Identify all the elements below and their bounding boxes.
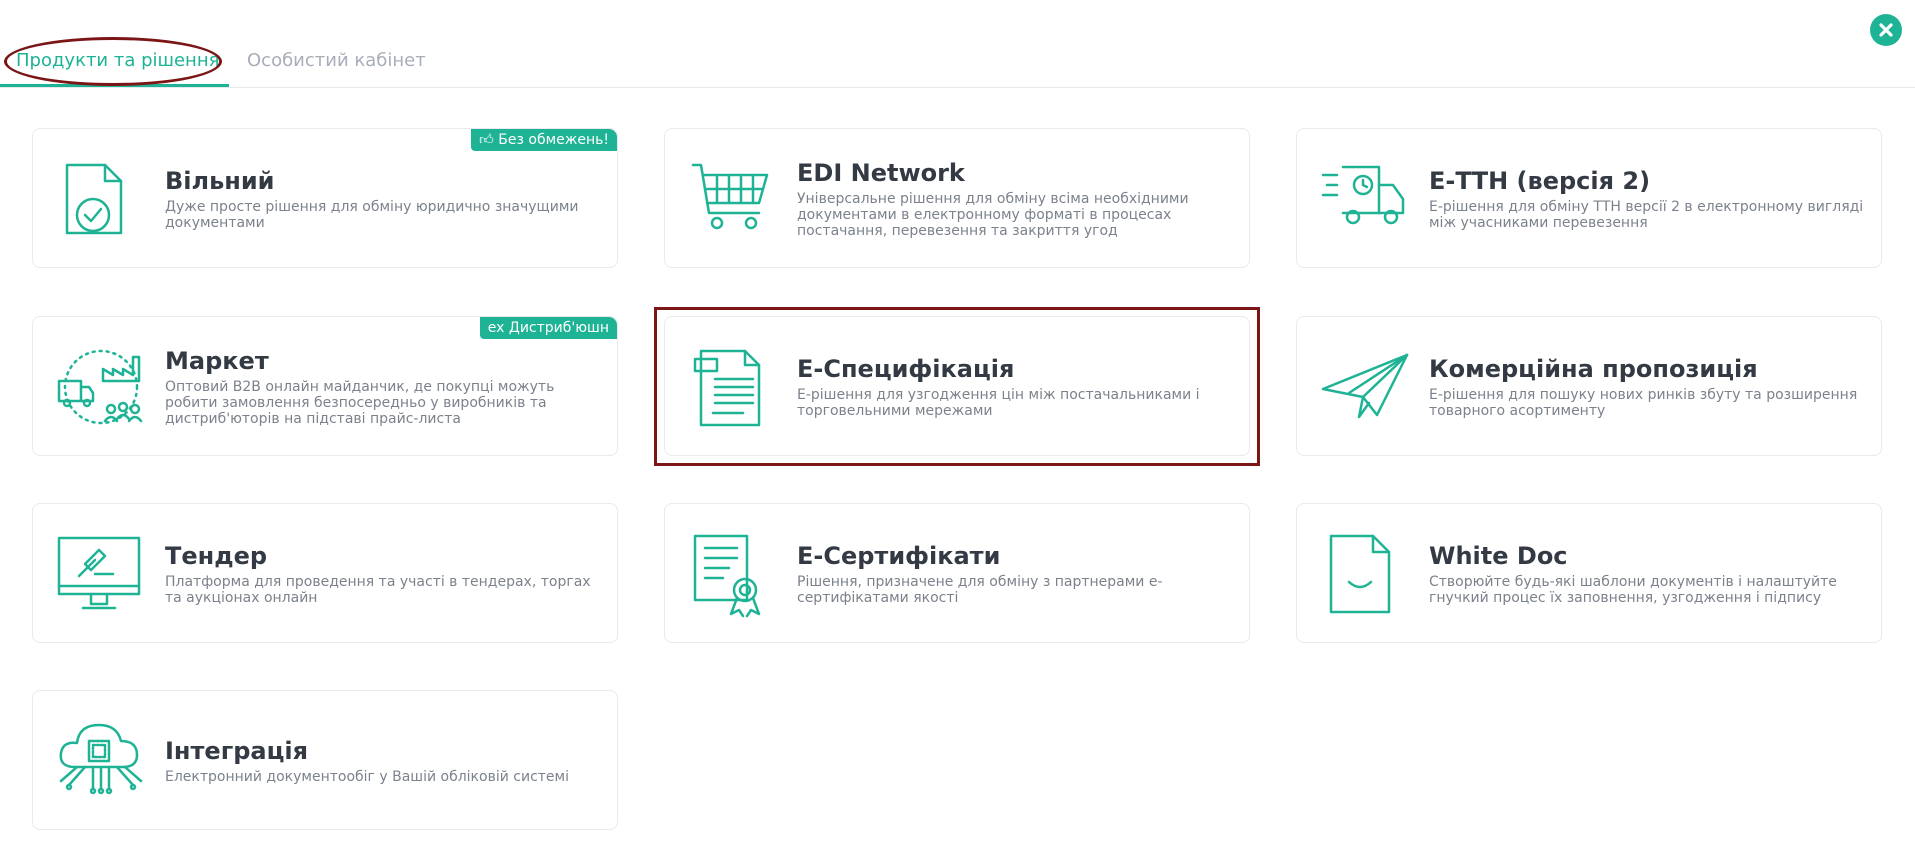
card-title: Е-ТТН (версія 2) xyxy=(1429,167,1651,195)
delivery-truck-icon xyxy=(1321,165,1405,225)
product-card-e-certificates[interactable]: Е-Сертифікати Рішення, призначене для об… xyxy=(664,503,1250,643)
card-title: EDI Network xyxy=(797,159,965,187)
spec-document-icon xyxy=(693,349,761,427)
shopping-cart-icon xyxy=(691,163,769,230)
card-title: White Doc xyxy=(1429,542,1568,570)
smile-document-icon xyxy=(1329,534,1391,614)
card-title: Тендер xyxy=(165,542,268,570)
product-card-e-specification[interactable]: Е-Специфікація Е-рішення для узгодження … xyxy=(664,316,1250,456)
tab-products[interactable]: Продукти та рішення xyxy=(16,50,219,71)
close-button[interactable] xyxy=(1870,14,1902,46)
product-card-ettn[interactable]: Е-ТТН (версія 2) Е-рішення для обміну ТТ… xyxy=(1296,128,1882,268)
card-title: Маркет xyxy=(165,347,269,375)
cloud-chip-icon xyxy=(59,723,143,795)
tab-bar: Продукти та рішення Особистий кабінет xyxy=(0,0,1915,88)
card-description: Створюйте будь-які шаблони документів і … xyxy=(1429,574,1837,606)
product-card-white-doc[interactable]: White Doc Створюйте будь-які шаблони док… xyxy=(1296,503,1882,643)
card-title: Комерційна пропозиція xyxy=(1429,355,1758,383)
card-title: Е-Специфікація xyxy=(797,355,1015,383)
thumbs-up-icon: 👍︎ xyxy=(479,132,494,148)
product-card-edi-network[interactable]: EDI Network Універсальне рішення для обм… xyxy=(664,128,1250,268)
card-title: Вільний xyxy=(165,167,275,195)
card-description: Е-рішення для пошуку нових ринків збуту … xyxy=(1429,387,1858,419)
tab-personal-cabinet[interactable]: Особистий кабінет xyxy=(247,50,426,71)
product-card-vilnyi[interactable]: 👍︎ Без обмежень! Вільний Дуже просте ріш… xyxy=(32,128,618,268)
product-card-integration[interactable]: Інтеграція Електронний документообіг у В… xyxy=(32,690,618,830)
card-description: Універсальне рішення для обміну всіма не… xyxy=(797,191,1189,239)
factory-truck-people-icon xyxy=(57,349,143,425)
card-title: Інтеграція xyxy=(165,737,309,765)
card-description: Електронний документообіг у Вашій обліко… xyxy=(165,769,569,785)
product-card-tender[interactable]: Тендер Платформа для проведення та участ… xyxy=(32,503,618,643)
card-description: Оптовий B2B онлайн майданчик, де покупці… xyxy=(165,379,555,427)
card-description: Рішення, призначене для обміну з партнер… xyxy=(797,574,1163,606)
active-tab-underline xyxy=(0,84,229,87)
card-description: Платформа для проведення та участі в тен… xyxy=(165,574,591,606)
card-description: Дуже просте рішення для обміну юридично … xyxy=(165,199,579,231)
paper-plane-icon xyxy=(1321,353,1409,419)
document-check-icon xyxy=(65,163,123,235)
monitor-gavel-icon xyxy=(57,536,141,610)
close-icon xyxy=(1879,23,1893,37)
unlimited-badge: 👍︎ Без обмежень! xyxy=(471,129,617,151)
product-card-commercial-offer[interactable]: Комерційна пропозиція Е-рішення для пошу… xyxy=(1296,316,1882,456)
card-description: Е-рішення для обміну ТТН версії 2 в елек… xyxy=(1429,199,1864,231)
card-description: Е-рішення для узгодження цін між постача… xyxy=(797,387,1200,419)
ex-distribution-badge: ex Дистриб'юшн xyxy=(479,317,617,339)
product-card-market[interactable]: ex Дистриб'юшн Маркет Оптовий B2B онлайн… xyxy=(32,316,618,456)
certificate-icon xyxy=(693,534,761,618)
card-title: Е-Сертифікати xyxy=(797,542,1001,570)
